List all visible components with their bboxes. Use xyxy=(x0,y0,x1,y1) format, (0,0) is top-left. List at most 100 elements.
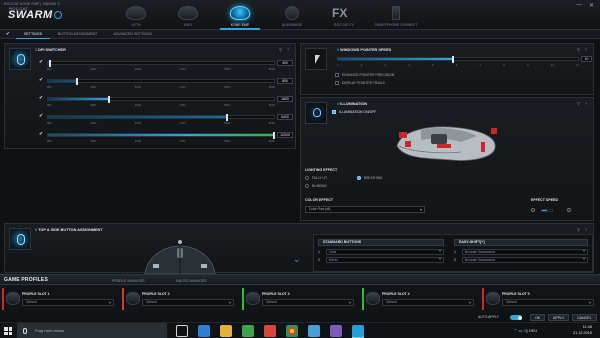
macro-manager-button[interactable]: MACRO MANAGER xyxy=(176,279,207,283)
tab-advanced-settings[interactable]: ADVANCED SETTINGS xyxy=(105,30,160,39)
pointer-trails-option[interactable]: DISPLAY POINTER TRAILS xyxy=(335,81,385,86)
cancel-button[interactable]: CANCEL xyxy=(572,314,597,321)
store-icon[interactable] xyxy=(242,325,254,337)
color-effect-select[interactable]: Color Flow (all) xyxy=(305,206,425,213)
speed-decrease-button[interactable] xyxy=(531,208,535,212)
minimize-button[interactable]: — xyxy=(576,2,582,8)
tab-nyth[interactable]: NYTH xyxy=(110,2,162,30)
dpi-slider[interactable] xyxy=(47,96,275,103)
auto-apply-toggle[interactable] xyxy=(510,315,522,320)
taskbar-search[interactable]: Frag mich etwas xyxy=(17,323,167,338)
pointer-speed-value[interactable]: 10 xyxy=(581,56,592,62)
dpi-level-checkbox[interactable]: ✔ xyxy=(39,60,44,65)
profile-slot-3[interactable]: PROFILE SLOT 3 Default xyxy=(242,288,358,310)
checkbox[interactable] xyxy=(335,81,339,86)
apply-button[interactable]: APPLY xyxy=(548,314,570,321)
tab-alienware[interactable]: ALIENWARE xyxy=(266,2,318,30)
dpi-slider[interactable] xyxy=(47,114,275,121)
clock[interactable]: 11:46 21.12.2015 xyxy=(573,324,592,336)
slot-profile-select[interactable]: Default xyxy=(22,299,114,306)
standard-button-select[interactable]: Click xyxy=(326,249,444,255)
dpi-slider[interactable] xyxy=(47,132,275,139)
dpi-slider[interactable] xyxy=(47,60,275,67)
slider-handle[interactable] xyxy=(225,114,228,121)
slot-profile-select[interactable]: Default xyxy=(382,299,474,306)
slot-profile-select[interactable]: Default xyxy=(262,299,354,306)
help-icon[interactable]: ? xyxy=(585,227,587,232)
standard-button-select[interactable]: Menu xyxy=(326,257,444,263)
profile-slot-5[interactable]: PROFILE SLOT 5 Default xyxy=(482,288,598,310)
slider-handle[interactable] xyxy=(76,78,79,85)
dpi-level-checkbox[interactable]: ✔ xyxy=(39,114,44,119)
swarm-app-icon[interactable] xyxy=(352,325,364,337)
dpi-level-checkbox[interactable]: ✔ xyxy=(39,132,44,137)
task-view-icon[interactable] xyxy=(176,325,188,337)
blinking-radio[interactable]: BLINKING xyxy=(305,184,327,189)
edge-icon[interactable] xyxy=(198,325,210,337)
led-zone-right[interactable] xyxy=(491,128,497,134)
pointer-speed-slider[interactable] xyxy=(337,56,579,63)
effect-speed-slider[interactable] xyxy=(541,209,553,212)
app-window: ROCCAT KONE EMP | SWARM © ROCCAT SWARM N… xyxy=(0,0,600,338)
pointer-icon xyxy=(305,48,327,70)
dpi-value[interactable]: 12000 xyxy=(277,132,293,138)
help-icon[interactable]: ? xyxy=(585,47,587,52)
slot-profile-select[interactable]: Default xyxy=(502,299,594,306)
tab-kiro[interactable]: KIRO xyxy=(162,2,214,30)
sub-tabs: ✔ SETTINGS BUTTON ASSIGNMENT ADVANCED SE… xyxy=(0,30,600,39)
dpi-value[interactable]: 400 xyxy=(277,60,293,66)
help-icon[interactable]: ? xyxy=(287,47,289,52)
breathing-radio[interactable]: BREATHING xyxy=(357,176,382,181)
dpi-value[interactable]: 6400 xyxy=(277,114,293,120)
close-button[interactable]: ✕ xyxy=(589,2,594,9)
checkbox-checked[interactable] xyxy=(332,110,336,115)
chevron-down-icon[interactable]: ⌄ xyxy=(293,254,301,265)
tab-kone-emp[interactable]: KONE EMP xyxy=(214,2,266,30)
fully-lit-radio[interactable]: FULLY LIT xyxy=(305,176,327,181)
tab-settings[interactable]: SETTINGS xyxy=(16,30,50,39)
slider-handle[interactable] xyxy=(273,132,275,139)
pin-icon[interactable]: ⚲ xyxy=(279,47,282,52)
dpi-slider[interactable] xyxy=(47,78,275,85)
app-icon[interactable] xyxy=(330,325,342,337)
profile-slot-4[interactable]: PROFILE SLOT 4 Default xyxy=(362,288,478,310)
illumination-toggle[interactable]: ILLUMINATION ON/OFF xyxy=(332,110,376,115)
dpi-value[interactable]: 1600 xyxy=(277,96,293,102)
tab-check[interactable]: ✔ xyxy=(0,30,16,39)
checkbox[interactable] xyxy=(335,73,339,78)
chrome-icon[interactable] xyxy=(286,325,298,337)
slider-handle[interactable] xyxy=(452,56,455,63)
profile-slot-2[interactable]: PROFILE SLOT 2 Default xyxy=(122,288,238,310)
windows-start-icon[interactable] xyxy=(4,327,12,335)
dpi-level-checkbox[interactable]: ✔ xyxy=(39,96,44,101)
dpi-value[interactable]: 800 xyxy=(277,78,293,84)
microphone-icon xyxy=(23,328,27,334)
dpi-tick-label: 3000 xyxy=(134,67,141,71)
pin-icon[interactable]: ⚲ xyxy=(577,227,580,232)
speed-increase-button[interactable] xyxy=(567,208,571,212)
dpi-level-checkbox[interactable]: ✔ xyxy=(39,78,44,83)
dpi-tick-label: 6500 xyxy=(224,67,231,71)
language-indicator[interactable]: DEU xyxy=(529,328,537,333)
easyshift-select[interactable]: Browser Backwards xyxy=(462,249,588,255)
app-icon[interactable] xyxy=(308,325,320,337)
app-icon[interactable] xyxy=(264,325,276,337)
enhance-precision-option[interactable]: ENHANCE POINTER PRECISION xyxy=(335,73,394,78)
pin-icon[interactable]: ⚲ xyxy=(577,101,580,106)
tab-label: NYTH xyxy=(131,23,141,27)
help-icon[interactable]: ? xyxy=(585,101,587,106)
profile-slot-1[interactable]: PROFILE SLOT 1 Default xyxy=(2,288,118,310)
tab-roccat-fx[interactable]: FX ROCCAT FX xyxy=(318,2,370,30)
led-zone-left[interactable] xyxy=(399,132,407,138)
file-explorer-icon[interactable] xyxy=(220,325,232,337)
radio-label: BLINKING xyxy=(312,184,327,188)
slider-handle[interactable] xyxy=(49,60,52,67)
ok-button[interactable]: OK xyxy=(530,314,546,321)
easyshift-select[interactable]: Browser Backwards xyxy=(462,257,588,263)
pin-icon[interactable]: ⚲ xyxy=(577,47,580,52)
tab-button-assignment[interactable]: BUTTON ASSIGNMENT xyxy=(50,30,105,39)
slot-profile-select[interactable]: Default xyxy=(142,299,234,306)
tab-smartphone[interactable]: SMARTPHONE CONNECT xyxy=(370,2,422,30)
slider-handle[interactable] xyxy=(108,96,111,103)
profile-manager-button[interactable]: PROFILE MANAGER xyxy=(112,279,145,283)
